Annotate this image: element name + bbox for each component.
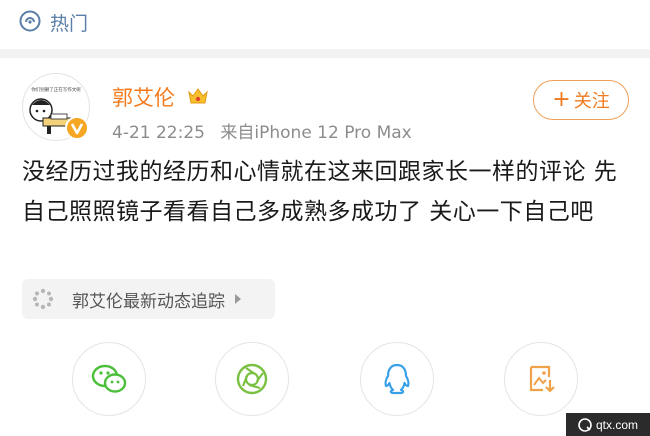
topic-label[interactable]: 热门 (50, 9, 88, 36)
plus-icon: + (552, 87, 571, 112)
post-timestamp: 4-21 22:25 (112, 123, 205, 143)
chevron-right-icon (235, 294, 241, 304)
watermark-text: qtx.com (595, 417, 638, 432)
tracking-chip-label: 郭艾伦最新动态追踪 (72, 291, 225, 312)
save-image-icon (529, 365, 555, 393)
share-qq-button[interactable] (360, 342, 434, 416)
avatar-caption: 你们别删了正在写作文呢 (31, 86, 81, 93)
save-image-button[interactable] (504, 342, 578, 416)
post-meta: 4-21 22:25 来自iPhone 12 Pro Max (112, 118, 412, 143)
share-moments-button[interactable] (215, 342, 289, 416)
follow-label: 关注 (573, 91, 610, 112)
post-source: 来自iPhone 12 Pro Max (220, 123, 412, 143)
verified-badge-icon (65, 116, 89, 140)
vip-crown-icon[interactable] (186, 84, 210, 108)
moments-icon (236, 363, 268, 395)
topic-icon[interactable] (19, 10, 41, 32)
section-divider (0, 49, 650, 58)
watermark: qtx.com (566, 413, 650, 436)
top-bar: 热门 (0, 0, 650, 44)
author-name[interactable]: 郭艾伦 (112, 82, 175, 112)
watermark-logo-icon (578, 417, 592, 432)
qq-icon (384, 363, 410, 395)
follow-button[interactable]: + 关注 (533, 80, 629, 120)
wechat-icon (91, 364, 127, 393)
post-text: 没经历过我的经历和心情就在这来回跟家长一样的评论 先自己照照镜子看看自己多成熟多… (22, 159, 618, 225)
share-wechat-button[interactable] (72, 342, 146, 416)
tracking-chip[interactable]: 郭艾伦最新动态追踪 (22, 279, 275, 319)
loading-spinner-icon (32, 288, 54, 310)
